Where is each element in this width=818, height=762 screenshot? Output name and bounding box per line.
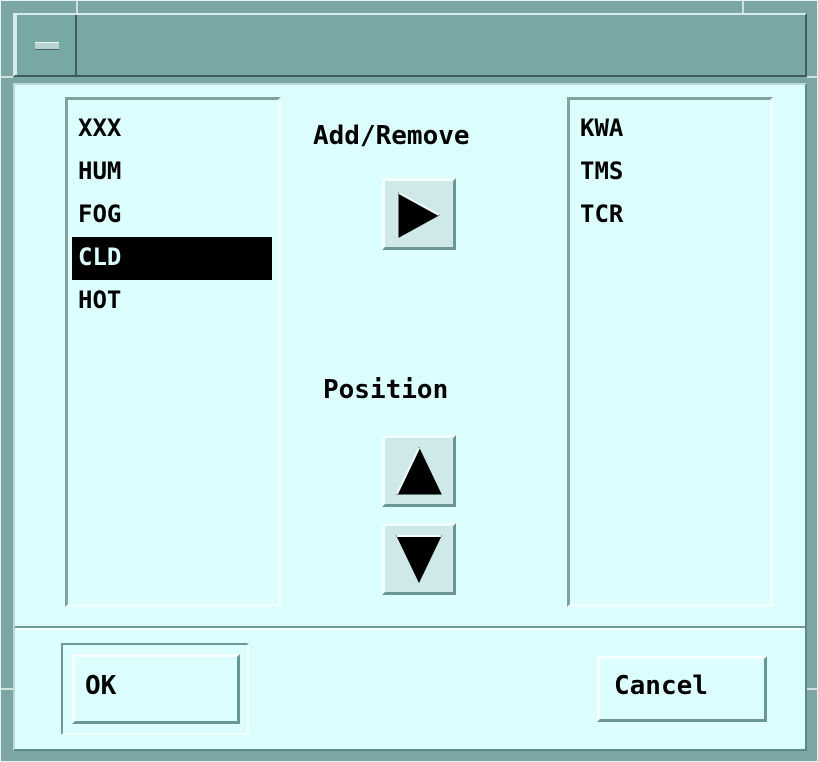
frame-resize-tick[interactable]	[1, 688, 13, 690]
position-label: Position	[323, 375, 449, 405]
window-menu-button[interactable]	[15, 15, 77, 75]
cancel-button[interactable]: Cancel	[597, 656, 767, 722]
list-item[interactable]: XXX	[72, 108, 272, 151]
list-item[interactable]: TMS	[574, 151, 764, 194]
list-item[interactable]: KWA	[574, 108, 764, 151]
frame-resize-tick[interactable]	[807, 76, 818, 78]
list-item[interactable]: HOT	[72, 280, 272, 323]
frame-resize-tick[interactable]	[76, 1, 78, 13]
window-frame: XXX HUM FOG CLD HOT Add/Remove Position	[0, 0, 818, 762]
triangle-right-icon	[398, 192, 441, 238]
frame-resize-tick[interactable]	[807, 688, 818, 690]
title-bar[interactable]	[13, 13, 807, 77]
frame-resize-tick[interactable]	[1, 76, 13, 78]
list-item[interactable]: HUM	[72, 151, 272, 194]
add-remove-button[interactable]	[382, 178, 456, 250]
move-up-button[interactable]	[382, 435, 456, 507]
list-item[interactable]: FOG	[72, 194, 272, 237]
available-list[interactable]: XXX HUM FOG CLD HOT	[65, 97, 281, 607]
ok-button[interactable]: OK	[72, 654, 240, 724]
triangle-up-icon	[396, 446, 442, 495]
frame-resize-tick[interactable]	[742, 1, 744, 13]
move-down-button[interactable]	[382, 523, 456, 595]
list-item-selected[interactable]: CLD	[72, 237, 272, 280]
triangle-down-icon	[396, 535, 442, 584]
window-menu-icon	[35, 42, 59, 50]
selected-list[interactable]: KWA TMS TCR	[567, 97, 773, 607]
button-area-separator	[15, 626, 805, 630]
add-remove-label: Add/Remove	[313, 121, 470, 151]
list-item[interactable]: TCR	[574, 194, 764, 237]
dialog-body: XXX HUM FOG CLD HOT Add/Remove Position	[13, 83, 807, 751]
